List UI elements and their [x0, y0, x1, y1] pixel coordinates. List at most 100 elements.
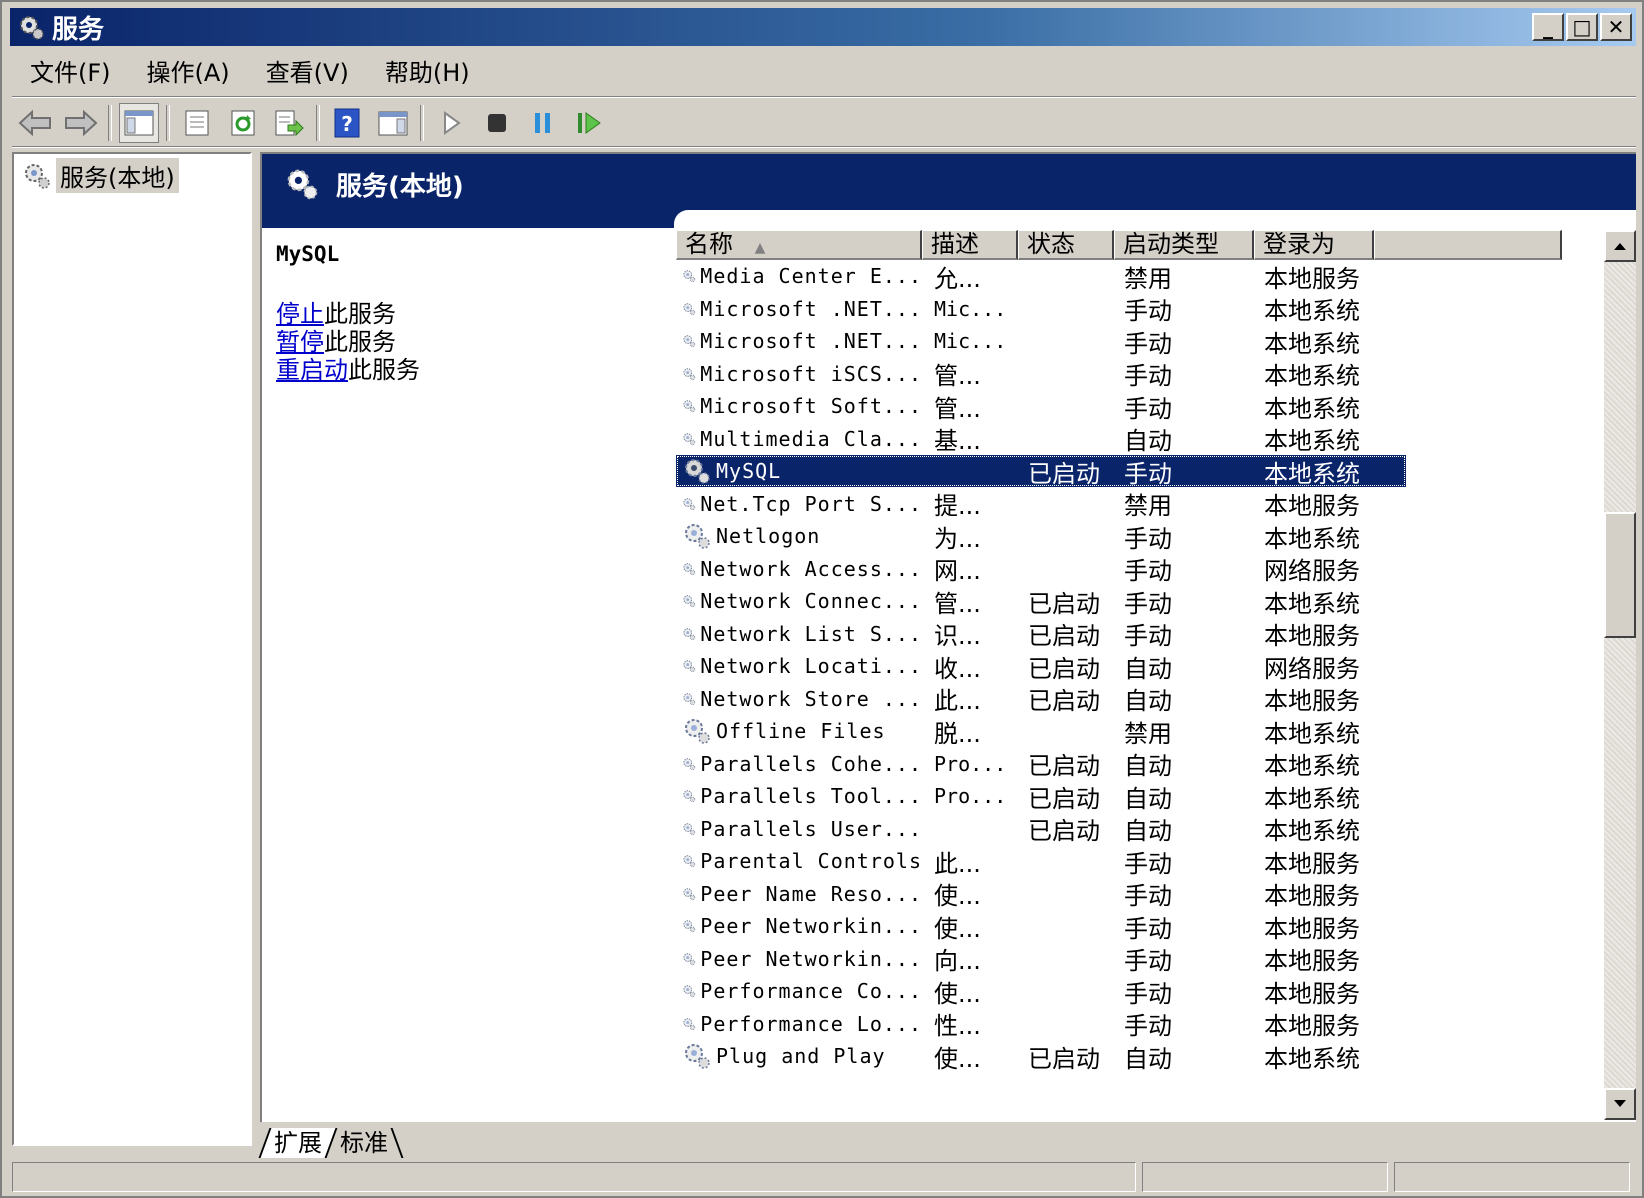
service-row[interactable]: Netlogon 为... 手动 本地系统: [676, 520, 1406, 553]
column-header-description[interactable]: 描述: [922, 230, 1018, 260]
column-header-startup-type[interactable]: 启动类型: [1114, 230, 1254, 260]
service-gear-icon: [683, 367, 696, 380]
refresh-button[interactable]: [223, 103, 263, 143]
service-row[interactable]: Peer Name Reso... 使... 手动 本地服务: [676, 878, 1406, 910]
service-logon-as: 本地服务: [1264, 947, 1360, 975]
restart-service-link[interactable]: 重启动: [276, 356, 348, 384]
service-row[interactable]: Media Center E... 允... 禁用 本地服务: [676, 260, 1406, 293]
minimize-button[interactable]: _: [1532, 13, 1564, 41]
service-logon-as: 本地服务: [1264, 979, 1360, 1008]
service-description: 向...: [934, 947, 981, 975]
properties-button[interactable]: [177, 103, 217, 143]
service-name-cell: Network Store ...: [676, 684, 922, 714]
start-service-button[interactable]: [431, 103, 471, 143]
service-row[interactable]: Network Access... 网... 手动 网络服务: [676, 553, 1406, 585]
service-gear-icon: [683, 660, 696, 673]
service-description: Mic...: [934, 296, 1007, 321]
service-row[interactable]: Peer Networkin... 向... 手动 本地服务: [676, 943, 1406, 975]
service-row[interactable]: Peer Networkin... 使... 手动 本地服务: [676, 910, 1406, 943]
stop-service-button[interactable]: [477, 103, 517, 143]
tab-standard[interactable]: 标准: [326, 1128, 404, 1158]
menu-action[interactable]: 操作(A): [129, 53, 248, 93]
scroll-down-icon: [1614, 1100, 1626, 1107]
service-logon-as: 本地服务: [1264, 882, 1360, 910]
status-bar: [12, 1162, 1636, 1194]
selected-service-name: MySQL: [276, 242, 340, 266]
service-name: Peer Name Reso...: [700, 881, 922, 906]
service-startup-type: 手动: [1124, 849, 1172, 878]
service-name-cell: Media Center E...: [676, 261, 922, 291]
service-logon-as: 本地系统: [1264, 524, 1360, 553]
title-bar[interactable]: 服务 _ □ ✕: [10, 8, 1636, 46]
pause-service-button[interactable]: [523, 103, 563, 143]
column-header-name[interactable]: 名称 ▲: [676, 230, 922, 260]
service-row[interactable]: Microsoft .NET... Mic... 手动 本地系统: [676, 325, 1406, 358]
forward-button[interactable]: [61, 103, 101, 143]
service-name-cell: Network Locati...: [676, 651, 922, 681]
service-row[interactable]: Plug and Play 使... 已启动 自动 本地系统: [676, 1040, 1406, 1073]
service-gear-icon: [683, 855, 696, 868]
show-action-pane-button[interactable]: [373, 103, 413, 143]
service-description: 脱...: [934, 719, 981, 748]
close-button[interactable]: ✕: [1600, 13, 1632, 41]
service-row[interactable]: Parallels Tool... Pro... 已启动 自动 本地系统: [676, 780, 1406, 813]
restart-service-button[interactable]: [569, 103, 609, 143]
help-button[interactable]: ?: [327, 103, 367, 143]
export-list-button[interactable]: [269, 103, 309, 143]
service-row[interactable]: Offline Files 脱... 禁用 本地系统: [676, 715, 1406, 748]
toolbar: ?: [12, 100, 1636, 146]
service-row[interactable]: Network Connec... 管... 已启动 手动 本地系统: [676, 585, 1406, 618]
service-row[interactable]: Parallels User... 已启动 自动 本地系统: [676, 813, 1406, 845]
service-logon-as: 本地系统: [1264, 589, 1360, 618]
service-name: Parallels Cohe...: [700, 751, 922, 776]
status-panel-2: [1142, 1162, 1388, 1192]
back-button[interactable]: [15, 103, 55, 143]
pause-service-link[interactable]: 暂停: [276, 328, 324, 356]
maximize-button[interactable]: □: [1566, 13, 1598, 41]
column-header-status[interactable]: 状态: [1018, 230, 1114, 260]
stop-action: 停止此服务: [276, 300, 656, 328]
service-row[interactable]: Network Store ... 此... 已启动 自动 本地服务: [676, 683, 1406, 715]
tree-item-services-local[interactable]: 服务(本地): [22, 158, 179, 193]
stop-service-link[interactable]: 停止: [276, 300, 324, 328]
service-name: Net.Tcp Port S...: [700, 491, 922, 516]
scroll-down-button[interactable]: [1604, 1088, 1636, 1120]
column-header-logon-as[interactable]: 登录为: [1254, 230, 1374, 260]
service-row[interactable]: Performance Co... 使... 手动 本地服务: [676, 975, 1406, 1008]
menu-file[interactable]: 文件(F): [12, 53, 129, 93]
service-name-cell: Net.Tcp Port S...: [676, 489, 922, 519]
scroll-thumb[interactable]: [1604, 512, 1636, 638]
service-logon-as: 本地系统: [1264, 362, 1360, 390]
action-suffix: 此服务: [348, 356, 420, 384]
scroll-up-button[interactable]: [1604, 230, 1636, 262]
service-name: Performance Co...: [700, 979, 922, 1003]
service-gear-icon: [685, 719, 710, 744]
service-row[interactable]: MySQL 已启动 手动 本地系统: [676, 455, 1406, 488]
service-gear-icon: [683, 952, 696, 965]
service-row[interactable]: Microsoft .NET... Mic... 手动 本地系统: [676, 293, 1406, 325]
service-row[interactable]: Microsoft Soft... 管... 手动 本地系统: [676, 390, 1406, 423]
menu-view[interactable]: 查看(V): [248, 53, 367, 93]
show-hide-tree-button[interactable]: [119, 103, 159, 143]
service-name-cell: Performance Lo...: [676, 1009, 922, 1039]
menu-help[interactable]: 帮助(H): [367, 53, 488, 93]
service-row[interactable]: Multimedia Cla... 基... 自动 本地系统: [676, 423, 1406, 455]
service-status: 已启动: [1028, 687, 1100, 715]
tree-item-label: 服务(本地): [56, 158, 179, 193]
service-row[interactable]: Network List S... 识... 已启动 手动 本地服务: [676, 618, 1406, 650]
service-row[interactable]: Net.Tcp Port S... 提... 禁用 本地服务: [676, 488, 1406, 520]
sort-ascending-icon: ▲: [754, 240, 766, 256]
column-header-name-label: 名称: [685, 230, 733, 258]
vertical-scrollbar[interactable]: [1604, 230, 1636, 1120]
service-row[interactable]: Microsoft iSCS... 管... 手动 本地系统: [676, 358, 1406, 390]
service-startup-type: 手动: [1124, 947, 1172, 975]
service-row[interactable]: Parallels Cohe... Pro... 已启动 自动 本地系统: [676, 748, 1406, 780]
service-name: Peer Networkin...: [700, 914, 922, 938]
service-row[interactable]: Network Locati... 收... 已启动 自动 网络服务: [676, 650, 1406, 683]
service-gear-icon: [683, 400, 696, 413]
service-row[interactable]: Performance Lo... 性... 手动 本地服务: [676, 1008, 1406, 1040]
service-name: Network List S...: [700, 621, 922, 646]
details-pane: 服务(本地) MySQL 停止此服务 暂停此服务 重启动此服务 名称 ▲ 描述 …: [260, 152, 1636, 1122]
tab-extended[interactable]: 扩展: [258, 1128, 338, 1158]
service-row[interactable]: Parental Controls 此... 手动 本地服务: [676, 845, 1406, 878]
